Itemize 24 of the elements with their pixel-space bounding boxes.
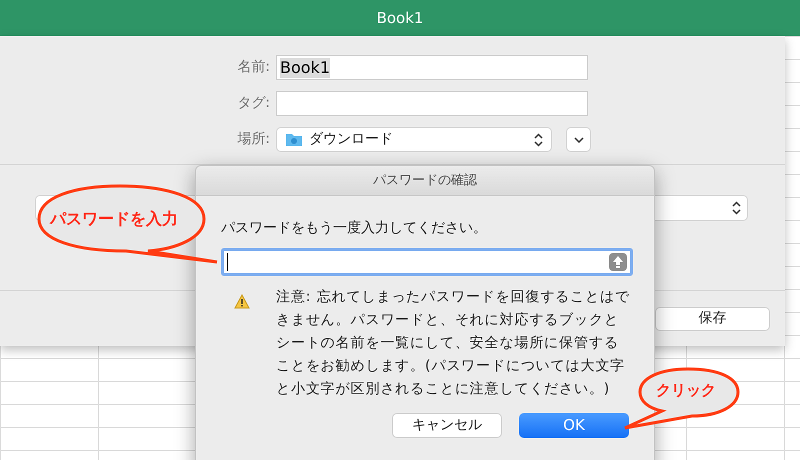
expand-button[interactable] [566,127,591,152]
field-label: 場所: [236,130,270,149]
window-title: Book1 [376,8,424,29]
password-field[interactable] [221,248,633,276]
warning-message: 注意: 忘れてしまったパスワードを回復することはできません。パスワードと、それに対応するブックとシートの名前を一覧にして、安全な場所に保管することをお勧めします。(パスワードについては大文字と小文字が区別されることに注意してください。) [276,288,631,399]
callout-text: クリック [656,380,716,401]
name-field[interactable]: Book1 [276,55,588,80]
cancel-button[interactable]: キャンセル [392,413,502,438]
key-icon [609,253,627,271]
chevron-down-icon [574,136,584,142]
updown-icon [732,200,741,214]
warning-icon [234,294,250,309]
field-label: タグ: [236,94,270,113]
tag-field[interactable] [276,91,588,116]
callout-text: パスワードを入力 [50,208,178,230]
save-button[interactable]: 保存 [655,306,770,330]
updown-icon [534,132,543,146]
ok-button[interactable]: OK [519,413,629,438]
field-label: 名前: [236,58,270,77]
dialog-prompt: パスワードをもう一度入力してください。 [221,219,488,238]
text-cursor [227,253,228,271]
dialog-title: パスワードの確認 [373,172,477,190]
folder-icon [285,132,303,147]
location-select[interactable]: ダウンロード [276,127,552,152]
